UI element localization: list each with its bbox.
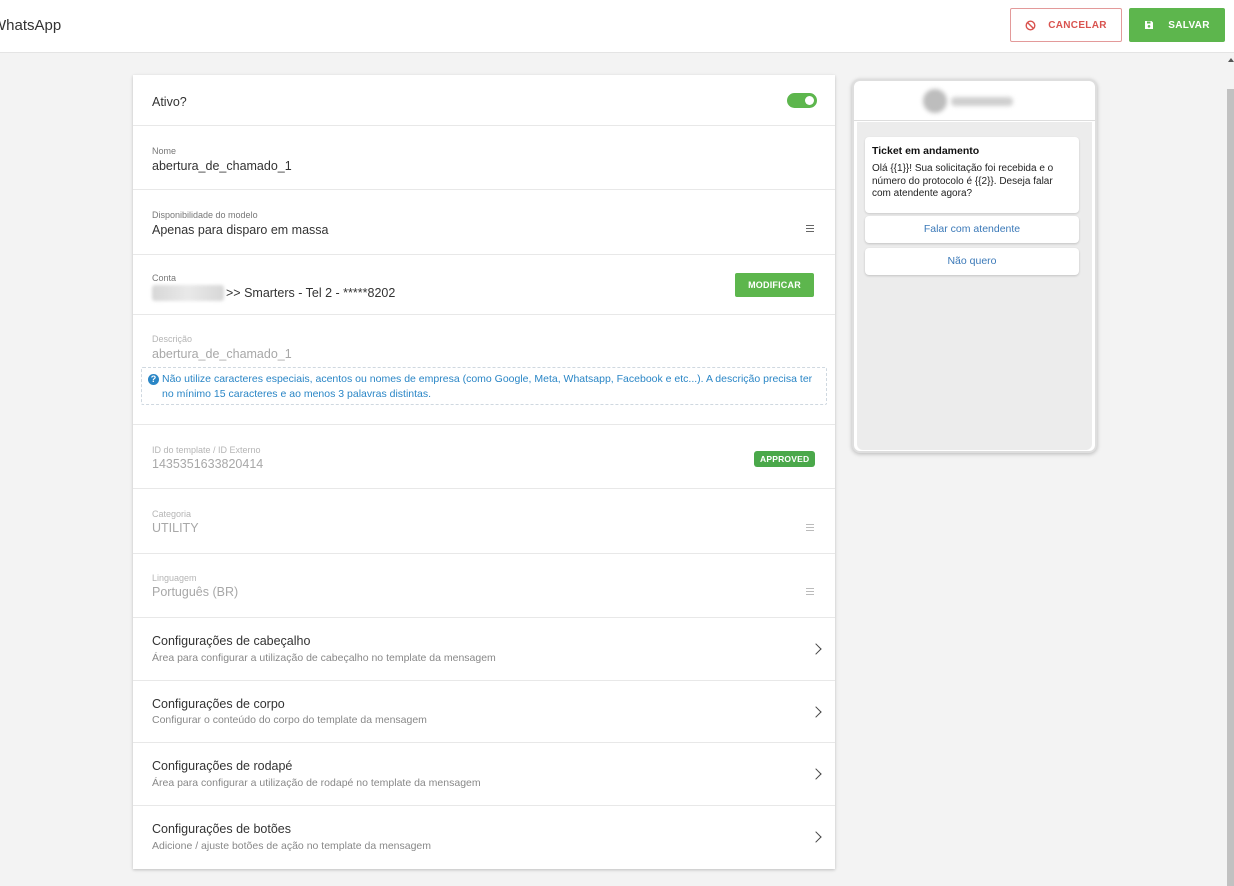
preview-header [854,81,1095,121]
save-button[interactable]: SALVAR [1129,8,1225,42]
menu-icon [806,588,814,597]
name-value[interactable]: abertura_de_chamado_1 [152,159,292,173]
top-bar: WhatsApp CANCELAR SALVAR [0,0,1234,53]
scrollbar-thumb[interactable] [1227,89,1234,886]
language-value: Português (BR) [152,585,239,599]
active-row: Ativo? [133,75,835,126]
name-label: Nome [152,146,177,156]
account-value: >> Smarters - Tel 2 - *****8202 [152,285,395,301]
account-value-text: >> Smarters - Tel 2 - *****8202 [226,286,396,300]
body-settings-section[interactable]: Configurações de corpo Configurar o cont… [133,681,835,743]
message-preview-phone: Ticket em andamento Olá {{1}}! Sua solic… [852,79,1097,453]
availability-label: Disponibilidade do modelo [152,210,258,220]
cancel-icon [1025,19,1036,31]
active-label: Ativo? [152,95,187,109]
redacted-account-name [152,285,224,301]
section-subtitle: Configurar o conteúdo do corpo do templa… [152,714,427,726]
template-id-value: 1435351633820414 [152,457,264,471]
cancel-button[interactable]: CANCELAR [1010,8,1122,42]
preview-chat-area: Ticket em andamento Olá {{1}}! Sua solic… [857,122,1092,450]
availability-select[interactable]: Disponibilidade do modelo Apenas para di… [133,190,835,255]
active-toggle[interactable] [787,93,817,108]
availability-value[interactable]: Apenas para disparo em massa [152,223,328,237]
chevron-right-icon[interactable] [810,706,822,718]
section-subtitle: Adicione / ajuste botões de ação no temp… [152,840,432,852]
header-settings-section[interactable]: Configurações de cabeçalho Área para con… [133,618,835,681]
category-value: UTILITY [152,521,199,535]
section-subtitle: Área para configurar a utilização de rod… [152,777,481,789]
template-id-label: ID do template / ID Externo [152,445,261,455]
language-label: Linguagem [152,573,197,583]
category-select: Categoria UTILITY [133,489,835,554]
chevron-right-icon[interactable] [810,643,822,655]
account-label: Conta [152,273,177,283]
quick-reply-button[interactable]: Falar com atendente [865,216,1079,243]
account-row: Conta >> Smarters - Tel 2 - *****8202 MO… [133,255,835,315]
buttons-settings-section[interactable]: Configurações de botões Adicione / ajust… [133,806,835,869]
name-field[interactable]: Nome abertura_de_chamado_1 [133,126,835,190]
category-label: Categoria [152,509,192,519]
footer-settings-section[interactable]: Configurações de rodapé Área para config… [133,743,835,806]
redacted-contact-name [951,97,1013,106]
scroll-up-arrow-icon[interactable] [1228,58,1234,62]
template-id-field: ID do template / ID Externo 143535163382… [133,425,835,489]
template-form-card: Ativo? Nome abertura_de_chamado_1 Dispon… [133,75,835,869]
quick-reply-button[interactable]: Não quero [865,248,1079,275]
description-label: Descrição [152,334,193,344]
section-title: Configurações de cabeçalho [152,634,311,648]
menu-icon[interactable] [806,225,814,234]
description-field: Descrição abertura_de_chamado_1 ? Não ut… [133,315,835,425]
section-subtitle: Área para configurar a utilização de cab… [152,652,496,664]
chevron-right-icon[interactable] [810,768,822,780]
floppy-disk-icon [1145,21,1154,29]
scrollbar[interactable] [1227,54,1234,886]
toggle-knob [805,96,814,105]
page-title: WhatsApp [0,17,62,34]
chevron-right-icon[interactable] [810,831,822,843]
menu-icon [806,524,814,533]
message-body: Olá {{1}}! Sua solicitação foi recebida … [872,163,1054,199]
section-title: Configurações de botões [152,822,291,836]
section-title: Configurações de corpo [152,697,285,711]
description-value: abertura_de_chamado_1 [152,347,292,361]
section-title: Configurações de rodapé [152,759,293,773]
message-bubble: Ticket em andamento Olá {{1}}! Sua solic… [865,137,1079,213]
modify-account-button[interactable]: MODIFICAR [735,273,814,297]
save-label: SALVAR [1168,19,1210,31]
language-select: Linguagem Português (BR) [133,554,835,618]
message-title: Ticket em andamento [872,145,980,157]
avatar [923,89,947,113]
status-badge: APPROVED [754,451,816,467]
description-hint-text: Não utilize caracteres especiais, acento… [162,373,813,400]
description-hint: ? Não utilize caracteres especiais, acen… [141,367,827,405]
help-circle-icon: ? [148,374,159,385]
cancel-label: CANCELAR [1048,19,1107,31]
